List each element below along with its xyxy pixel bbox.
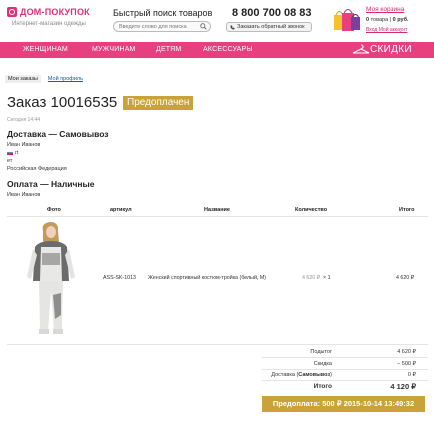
cart-count-label: товара xyxy=(370,17,389,23)
order-date: Сегодня 14:44 xyxy=(7,117,41,123)
nav-item-kids[interactable]: ДЕТЯМ xyxy=(156,46,181,53)
shopping-bags-icon xyxy=(334,9,360,31)
tab-my-orders[interactable]: Мои заказы xyxy=(5,75,41,83)
page-title: Заказ 10016535 xyxy=(7,94,118,111)
phone-number: 8 800 700 08 83 xyxy=(232,7,312,19)
nav-item-men[interactable]: МУЖЧИНАМ xyxy=(92,46,136,53)
payment-customer-name: Иван Иванов xyxy=(7,192,41,198)
total-label: Итого xyxy=(313,383,332,390)
row-qty: × 1 xyxy=(323,275,331,281)
search-box[interactable] xyxy=(113,21,211,32)
search-input[interactable] xyxy=(119,23,199,31)
search-icon[interactable] xyxy=(200,23,207,30)
cart-sum: 0 руб. xyxy=(392,17,409,23)
search-title: Быстрый поиск товаров xyxy=(113,8,213,18)
subtotal-label: Подытог xyxy=(310,349,332,355)
main-nav: ЖЕНЩИНАМ МУЖЧИНАМ ДЕТЯМ АКСЕССУАРЫ СКИДК… xyxy=(0,42,434,58)
cart-count: 0 xyxy=(366,17,370,23)
delivery-cost-value: 0 ₽ xyxy=(407,372,416,378)
logo-text: ДОМ-ПОКУПОК xyxy=(20,7,90,17)
column-header-sku: артикул xyxy=(110,207,132,213)
summary-divider xyxy=(262,369,428,370)
table-header-divider xyxy=(7,216,428,217)
tab-my-profile[interactable]: Мой профиль xyxy=(45,75,86,83)
delivery-cost-label-prefix: Доставка ( xyxy=(271,372,299,378)
summary-divider xyxy=(262,357,428,358)
column-header-name: Название xyxy=(204,207,230,213)
payment-title: Оплата — Наличные xyxy=(7,179,95,189)
column-header-total: Итого xyxy=(399,207,415,213)
product-photo[interactable] xyxy=(17,219,87,341)
address-line-1-text: rt xyxy=(15,150,19,156)
delivery-title: Доставка — Самовывоз xyxy=(7,129,109,139)
row-sku: ASS-SK-1013 xyxy=(103,275,136,281)
callback-button[interactable]: Заказать обратный звонок xyxy=(226,22,312,32)
account-tabs: Мои заказы Мой профиль xyxy=(5,75,90,83)
logo[interactable]: ДОМ-ПОКУПОК xyxy=(7,7,90,17)
cart-info: 0 товара | 0 руб. xyxy=(366,17,409,23)
address-line-1: rt xyxy=(7,150,18,156)
delivery-cost-label: Доставка (Самовывоз) xyxy=(212,372,332,378)
column-header-qty: Количество xyxy=(295,207,328,213)
discount-value: − 500 ₽ xyxy=(397,361,416,367)
cart-link[interactable]: Моя корзина xyxy=(366,6,404,13)
sale-label: СКИДКИ xyxy=(370,43,412,55)
nav-item-accessories[interactable]: АКСЕССУАРЫ xyxy=(203,46,253,53)
row-name[interactable]: Женский спортивный костюм-тройка (белый,… xyxy=(148,275,266,281)
phone-icon xyxy=(230,25,235,29)
row-price: 4 620 ₽ xyxy=(302,275,321,281)
table-row-divider xyxy=(7,344,428,345)
address-country: Российская Федерация xyxy=(7,166,67,172)
delivery-cost-label-suffix: ) xyxy=(330,372,332,378)
subtotal-value: 4 620 ₽ xyxy=(397,349,416,355)
summary-divider xyxy=(262,380,428,381)
discount-label: Скидка xyxy=(313,361,332,367)
prepayment-banner: Предоплата: 500 ₽ 2015-10-14 13:49:32 xyxy=(262,396,425,412)
delivery-customer-name: Иван Иванов xyxy=(7,142,41,148)
total-value: 4 120 ₽ xyxy=(390,382,416,391)
row-total: 4 620 ₽ xyxy=(396,275,415,281)
logo-icon xyxy=(7,7,17,17)
russia-flag-icon xyxy=(7,150,13,155)
login-link[interactable]: Вход Мой аккаунт xyxy=(366,27,407,33)
logo-subtitle: Интернет-магазин одежды xyxy=(12,21,86,27)
column-header-photo: Фото xyxy=(47,207,61,213)
nav-item-women[interactable]: ЖЕНЩИНАМ xyxy=(23,46,68,53)
delivery-cost-label-method: Самовывоз xyxy=(298,372,331,378)
callback-label: Заказать обратный звонок xyxy=(237,24,305,30)
status-badge: Предоплачен xyxy=(123,96,194,110)
site-header: ДОМ-ПОКУПОК Интернет-магазин одежды Быст… xyxy=(0,0,434,40)
address-line-2: ет xyxy=(7,158,13,164)
nav-item-sale[interactable]: СКИДКИ xyxy=(352,43,412,55)
hanger-icon xyxy=(352,44,370,54)
